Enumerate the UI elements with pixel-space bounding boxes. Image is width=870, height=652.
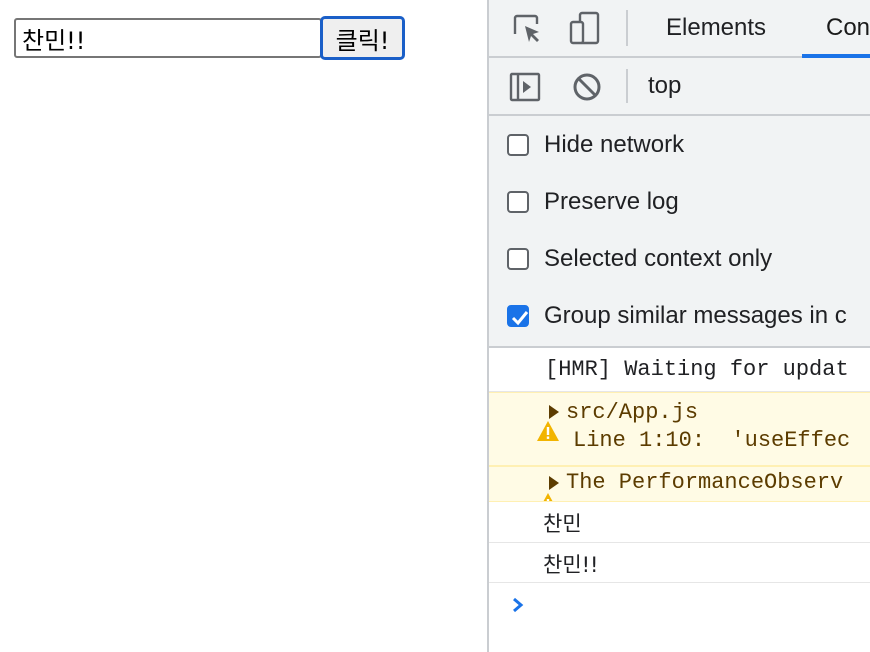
console-settings: Hide network Preserve log Selected conte… [489, 116, 870, 348]
text-input[interactable] [14, 18, 322, 58]
expand-triangle-icon[interactable] [549, 476, 559, 490]
warning-icon [505, 401, 559, 441]
setting-label: Preserve log [544, 188, 679, 215]
warning-icon [505, 473, 552, 501]
group-similar-checkbox[interactable] [507, 305, 529, 327]
console-warning[interactable]: The PerformanceObserv [489, 466, 870, 502]
clear-console-icon[interactable] [571, 71, 603, 103]
preserve-log-checkbox[interactable] [507, 191, 529, 213]
hide-network-checkbox[interactable] [507, 134, 529, 156]
click-button[interactable]: 클릭! [320, 16, 405, 60]
context-selector[interactable]: top [648, 58, 681, 114]
devtools-panel: Elements Con top Hide network Preserve l… [487, 0, 870, 652]
setting-label: Group similar messages in c [544, 302, 847, 329]
console-sidebar-icon[interactable] [509, 71, 541, 103]
console-message-text: 찬민!! [543, 553, 599, 577]
console-message: 찬민!! [489, 543, 870, 583]
setting-label: Hide network [544, 131, 685, 158]
expand-triangle-icon[interactable] [549, 405, 559, 419]
device-toolbar-icon[interactable] [567, 10, 603, 46]
setting-hide-network[interactable]: Hide network [507, 125, 684, 165]
warning-text: The PerformanceObserv [566, 470, 844, 495]
checkmark-icon [511, 311, 529, 326]
toolbar-divider [626, 69, 628, 103]
warning-source[interactable]: src/App.js [566, 400, 698, 425]
tab-console[interactable]: Con [826, 0, 870, 56]
console-message: [HMR] Waiting for updat [489, 348, 870, 392]
selected-context-checkbox[interactable] [507, 248, 529, 270]
console-message-text: [HMR] Waiting for updat [545, 357, 849, 382]
console-warning[interactable]: src/App.js Line 1:10: 'useEffec [489, 392, 870, 466]
inspect-element-icon[interactable] [511, 12, 543, 44]
setting-label: Selected context only [544, 245, 773, 272]
devtools-tabbar: Elements Con [489, 0, 870, 58]
page-viewport: 클릭! [0, 0, 487, 652]
setting-group-similar[interactable]: Group similar messages in c [507, 296, 847, 336]
console-message-text: 찬민 [543, 512, 582, 536]
console-toolbar: top [489, 58, 870, 116]
console-message: 찬민 [489, 502, 870, 543]
setting-selected-context-only[interactable]: Selected context only [507, 239, 772, 279]
warning-detail: Line 1:10: 'useEffec [573, 428, 851, 453]
tab-elements[interactable]: Elements [666, 0, 766, 56]
console-prompt-icon[interactable] [511, 596, 525, 614]
setting-preserve-log[interactable]: Preserve log [507, 182, 679, 222]
toolbar-divider [626, 10, 628, 46]
